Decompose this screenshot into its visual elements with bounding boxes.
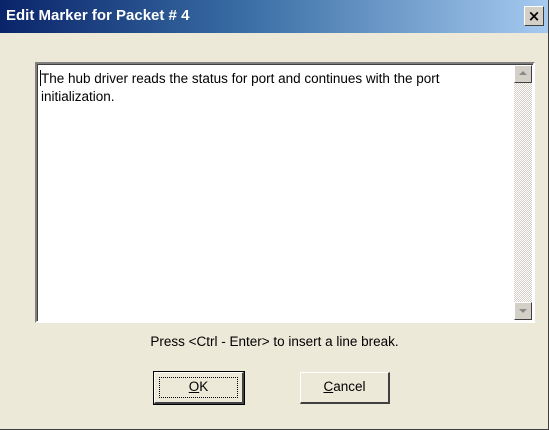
ok-label-rest: K xyxy=(199,379,209,394)
close-button[interactable]: × xyxy=(524,6,544,26)
dialog-title: Edit Marker for Packet # 4 xyxy=(6,7,190,24)
marker-text-area[interactable]: The hub driver reads the status for port… xyxy=(35,62,535,323)
cancel-button[interactable]: Cancel xyxy=(300,372,390,404)
cancel-mnemonic: C xyxy=(323,379,334,394)
scroll-down-button[interactable] xyxy=(514,302,532,320)
scroll-down-arrow-icon xyxy=(519,309,527,313)
title-bar[interactable]: Edit Marker for Packet # 4 × xyxy=(0,0,548,33)
close-icon: × xyxy=(527,7,541,25)
scroll-up-button[interactable] xyxy=(514,65,532,83)
cancel-button-label: Cancel xyxy=(323,379,365,394)
cancel-label-rest: ancel xyxy=(333,379,366,394)
edit-marker-dialog: Edit Marker for Packet # 4 × The hub dri… xyxy=(0,0,549,430)
marker-text[interactable]: The hub driver reads the status for port… xyxy=(41,70,511,106)
scroll-up-arrow-icon xyxy=(519,71,527,75)
ok-button-label: OK xyxy=(189,379,209,394)
line-break-hint: Press <Ctrl - Enter> to insert a line br… xyxy=(150,334,399,349)
ok-mnemonic: O xyxy=(188,379,200,394)
vertical-scrollbar[interactable] xyxy=(514,65,532,320)
ok-button[interactable]: OK xyxy=(153,371,245,405)
